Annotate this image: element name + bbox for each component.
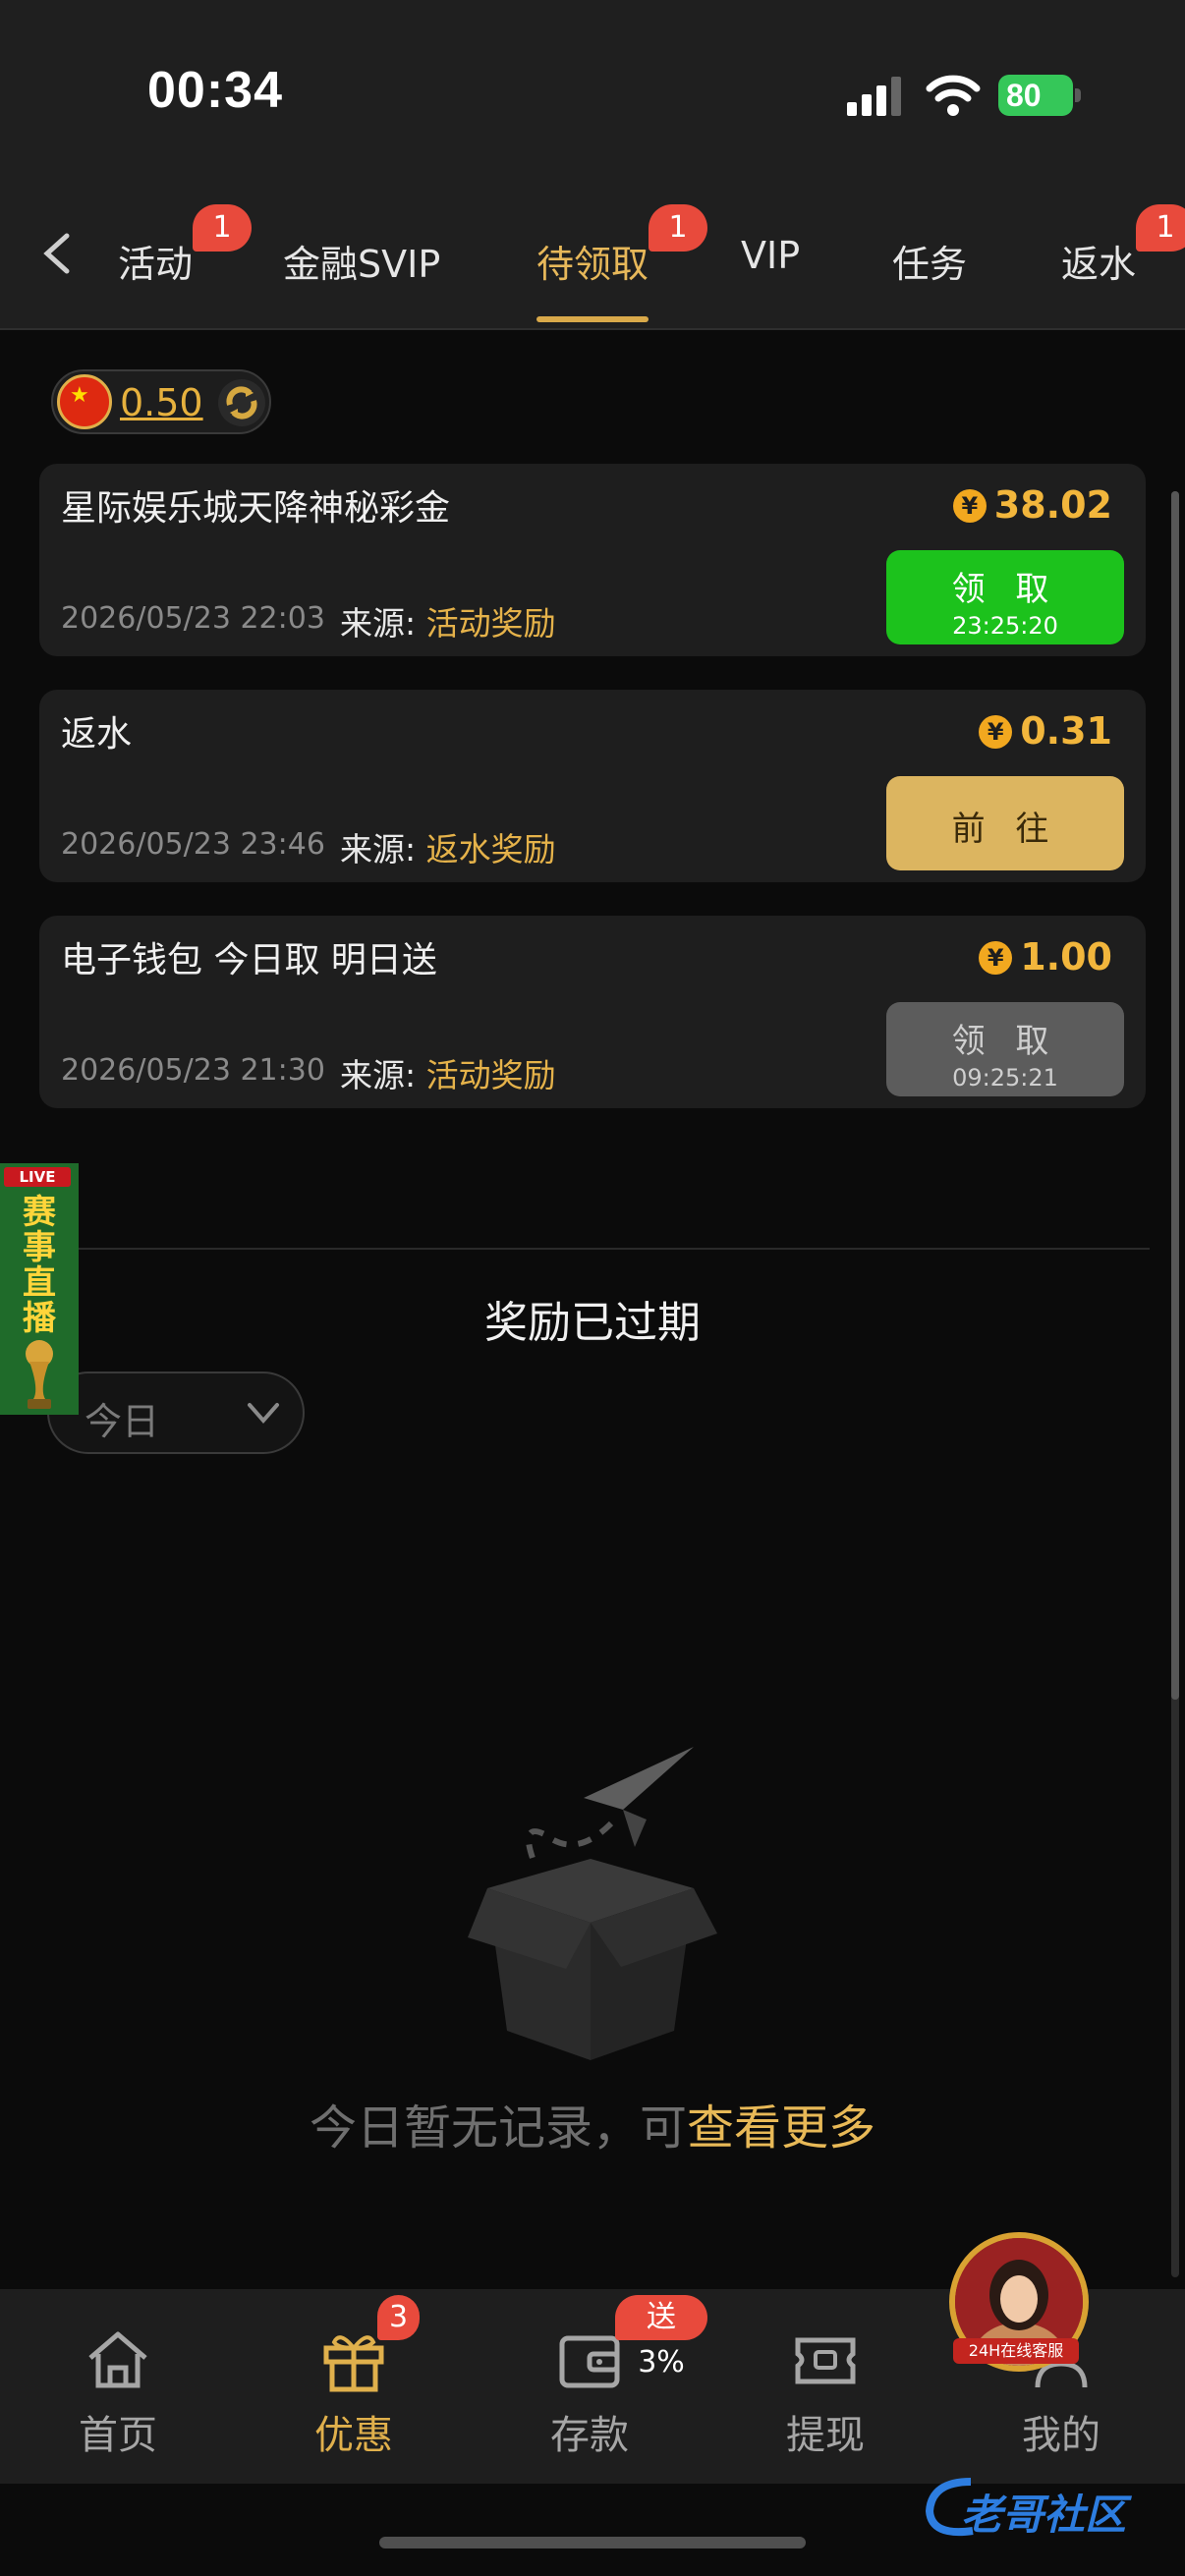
reward-source: 来源: 活动奖励 — [340, 1049, 556, 1096]
live-stream-banner[interactable]: LIVE 赛事直播 — [0, 1163, 79, 1415]
nav-label: 提现 — [786, 2413, 865, 2458]
date-filter-select[interactable]: 今日 — [47, 1372, 305, 1454]
yen-coin-icon: ¥ — [952, 489, 987, 523]
tab-tasks[interactable]: 任务 — [892, 234, 967, 288]
nav-withdraw[interactable]: 提现 — [707, 2289, 943, 2484]
claim-button-disabled[interactable]: 领 取 09:25:21 — [886, 1002, 1124, 1096]
reward-title: 返水 — [61, 714, 133, 755]
tab-activity-badge: 1 — [193, 204, 252, 252]
customer-service-label[interactable]: 24H在线客服 — [953, 2338, 1079, 2364]
reward-amount: ¥0.31 — [979, 709, 1112, 753]
yen-coin-icon: ¥ — [979, 715, 1013, 749]
yen-coin-icon: ¥ — [979, 941, 1013, 975]
reward-date: 2026/05/23 23:46 — [61, 827, 325, 862]
promotions-badge: 3 — [377, 2295, 421, 2340]
tab-pending[interactable]: 待领取 — [536, 234, 649, 288]
reward-source-value: 返水奖励 — [425, 830, 556, 868]
reward-card: 返水 ¥0.31 2026/05/23 23:46 来源: 返水奖励 前 往 — [39, 690, 1146, 882]
reward-amount: ¥1.00 — [979, 935, 1112, 979]
nav-label: 首页 — [79, 2413, 157, 2458]
empty-box-icon — [468, 1747, 717, 2060]
cellular-signal-icon — [847, 77, 901, 116]
tab-rebate[interactable]: 返水 — [1061, 234, 1136, 288]
nav-home[interactable]: 首页 — [0, 2289, 236, 2484]
nav-label: 存款 — [550, 2413, 629, 2458]
reward-source: 来源: 活动奖励 — [340, 597, 556, 644]
live-banner-text: 赛事直播 — [23, 1193, 56, 1338]
tab-vip[interactable]: VIP — [741, 234, 800, 277]
claim-button[interactable]: 领 取 23:25:20 — [886, 550, 1124, 644]
reward-amount: ¥38.02 — [952, 483, 1112, 527]
section-divider — [69, 1248, 1150, 1250]
balance-value[interactable]: 0.50 — [120, 381, 203, 424]
back-arrow-icon[interactable] — [39, 232, 75, 275]
date-filter-value: 今日 — [85, 1400, 160, 1443]
reward-card: 电子钱包 今日取 明日送 ¥1.00 2026/05/23 21:30 来源: … — [39, 916, 1146, 1108]
nav-promotions[interactable]: 3 优惠 — [236, 2289, 472, 2484]
reward-amount-value: 1.00 — [1020, 935, 1112, 979]
battery-nub — [1075, 88, 1081, 102]
reward-amount-value: 38.02 — [993, 483, 1112, 527]
claim-button-label: 领 取 — [951, 1022, 1059, 1061]
home-indicator[interactable] — [379, 2537, 806, 2548]
reward-source: 来源: 返水奖励 — [340, 823, 556, 870]
reward-date: 2026/05/23 21:30 — [61, 1053, 325, 1088]
reward-source-label: 来源: — [340, 604, 417, 643]
claim-countdown: 09:25:21 — [952, 1064, 1058, 1092]
tab-finance-svip[interactable]: 金融SVIP — [283, 234, 440, 288]
tab-rebate-badge: 1 — [1136, 204, 1185, 252]
balance-pill: ★ 0.50 — [51, 369, 271, 434]
ticket-icon — [795, 2337, 856, 2384]
expired-section-title: 奖励已过期 — [484, 1298, 701, 1348]
nav-label: 优惠 — [314, 2413, 393, 2458]
empty-state-text: 今日暂无记录，可查看更多 — [0, 2089, 1185, 2157]
reward-source-label: 来源: — [340, 1056, 417, 1094]
reward-date: 2026/05/23 22:03 — [61, 601, 325, 636]
tab-pending-badge: 1 — [649, 204, 707, 252]
watermark-logo: 老哥社区 — [922, 2468, 1167, 2547]
chevron-down-icon — [248, 1403, 279, 1425]
reward-card: 星际娱乐城天降神秘彩金 ¥38.02 2026/05/23 22:03 来源: … — [39, 464, 1146, 656]
watermark-text: 老哥社区 — [961, 2491, 1127, 2539]
claim-countdown: 23:25:20 — [952, 612, 1058, 640]
deposit-badge: 送3% — [615, 2295, 707, 2380]
flag-star-icon: ★ — [70, 383, 89, 408]
wifi-icon — [926, 75, 981, 116]
reward-amount-value: 0.31 — [1020, 709, 1112, 753]
battery-indicator: 80 — [998, 75, 1073, 116]
claim-button-label: 领 取 — [951, 570, 1059, 609]
tab-activity[interactable]: 活动 — [118, 234, 193, 288]
go-button[interactable]: 前 往 — [886, 776, 1124, 870]
top-header: 00:34 80 活动 1 金融SVIP 待领取 1 VIP 任务 返水 1 — [0, 0, 1185, 330]
scrollbar-thumb[interactable] — [1171, 491, 1179, 1700]
empty-state-message: 今日暂无记录，可 — [309, 2100, 687, 2156]
nav-deposit[interactable]: 送3% 存款 — [472, 2289, 707, 2484]
reward-source-value: 活动奖励 — [425, 1056, 556, 1094]
china-flag-icon: ★ — [57, 374, 112, 429]
go-button-label: 前 往 — [951, 810, 1059, 849]
reward-title: 电子钱包 今日取 明日送 — [61, 940, 437, 980]
reward-title: 星际娱乐城天降神秘彩金 — [61, 488, 451, 529]
home-icon — [88, 2331, 147, 2388]
refresh-icon[interactable] — [216, 377, 267, 428]
reward-source-label: 来源: — [340, 830, 417, 868]
trophy-icon — [26, 1340, 53, 1409]
reward-source-value: 活动奖励 — [425, 604, 556, 643]
view-more-link[interactable]: 查看更多 — [687, 2100, 875, 2156]
nav-label: 我的 — [1022, 2413, 1100, 2458]
active-tab-indicator — [536, 316, 649, 322]
live-tag: LIVE — [4, 1167, 71, 1187]
status-time: 00:34 — [147, 62, 283, 119]
